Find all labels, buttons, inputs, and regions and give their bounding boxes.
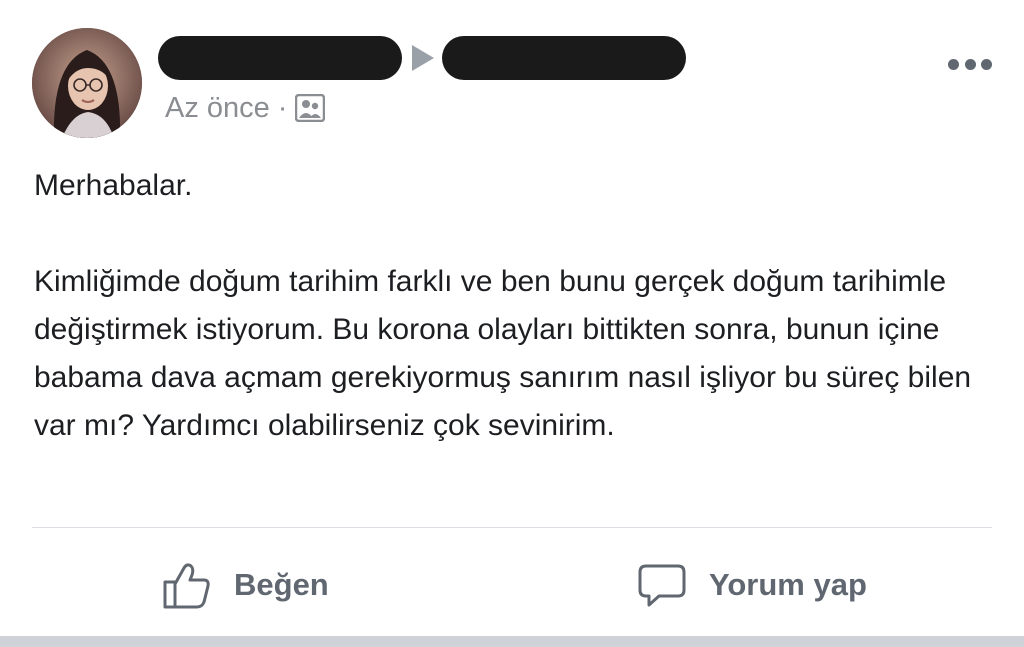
- thumbs-up-icon: [163, 563, 210, 609]
- post-body: Kimliğimde doğum tarihim farklı ve ben b…: [34, 265, 972, 442]
- shared-to-arrow-icon: [412, 45, 434, 71]
- redacted-group-name: [442, 36, 686, 80]
- feed-separator: [0, 636, 1024, 647]
- divider: [32, 527, 992, 528]
- redacted-author-name: [158, 36, 402, 80]
- post-card: Az önce · Merhabalar. Kimliğimde doğum t…: [0, 0, 1024, 636]
- post-greeting: Merhabalar.: [34, 169, 193, 202]
- meta-separator: ·: [277, 91, 288, 124]
- like-label: Beğen: [234, 567, 329, 602]
- comment-button[interactable]: Yorum yap: [637, 556, 867, 614]
- avatar[interactable]: [32, 28, 142, 138]
- like-button[interactable]: Beğen: [162, 556, 329, 614]
- comment-label: Yorum yap: [709, 567, 867, 602]
- more-options-icon[interactable]: [948, 54, 992, 74]
- group-icon[interactable]: [295, 93, 326, 123]
- comment-bubble-icon: [638, 564, 686, 607]
- post-meta: Az önce ·: [165, 90, 326, 126]
- post-timestamp[interactable]: Az önce: [165, 92, 270, 125]
- profile-photo: [32, 28, 142, 138]
